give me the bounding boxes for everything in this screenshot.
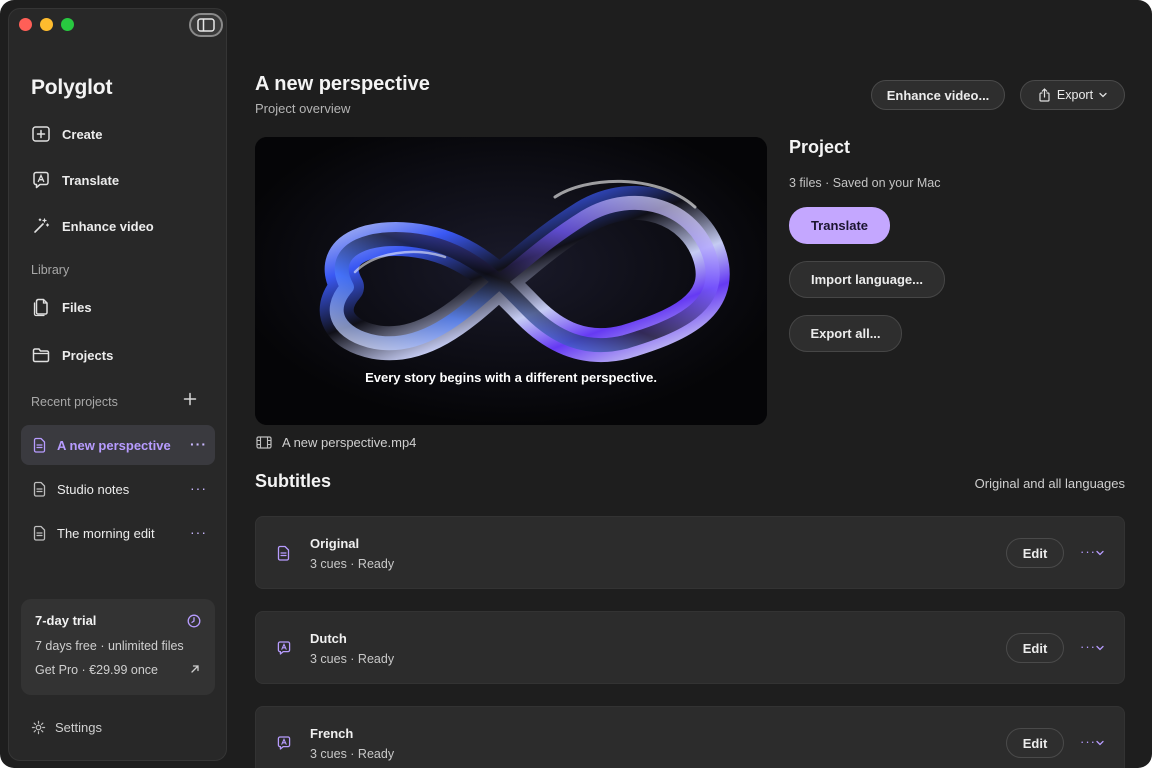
export-all-button[interactable]: Export all... — [789, 315, 902, 352]
edit-button[interactable]: Edit — [1006, 538, 1064, 568]
video-filename: A new perspective.mp4 — [256, 435, 416, 450]
document-icon — [33, 481, 46, 497]
document-icon — [33, 525, 46, 541]
more-options-dropdown[interactable]: ··· — [1080, 544, 1104, 559]
subtitle-status: 3 cues · Ready — [310, 652, 395, 666]
subtitle-name: Original — [310, 536, 360, 551]
document-icon — [277, 545, 290, 561]
nav-item-files[interactable]: Files — [31, 297, 92, 317]
enhance-video-label: Enhance video... — [886, 87, 990, 103]
trial-title: 7-day trial — [35, 613, 97, 628]
add-project-button[interactable] — [183, 391, 197, 409]
trial-subtitle: 7 days free · unlimited files — [35, 639, 184, 653]
more-options-icon[interactable]: ··· — [190, 524, 207, 540]
chevron-down-icon — [1096, 740, 1104, 746]
recent-projects-label: Recent projects — [31, 395, 118, 409]
folder-icon — [32, 348, 50, 363]
arrow-up-right-icon — [191, 665, 199, 673]
recent-project-label: A new perspective — [57, 437, 171, 453]
app-brand: Polyglot — [31, 76, 113, 99]
subtitle-status: 3 cues · Ready — [310, 557, 395, 571]
project-meta: 3 files · Saved on your Mac — [789, 176, 941, 190]
nav-item-create[interactable]: Create — [31, 124, 102, 144]
subtitle-name: French — [310, 726, 354, 741]
settings-button[interactable]: Settings — [31, 720, 102, 735]
film-icon — [256, 436, 272, 449]
sidebar-icon — [197, 18, 215, 32]
translate-button[interactable]: Translate — [789, 207, 890, 244]
chevron-down-icon — [1096, 645, 1104, 651]
video-preview[interactable]: Every story begins with a different pers… — [255, 137, 767, 425]
nav-label: Files — [62, 299, 92, 315]
edit-button[interactable]: Edit — [1006, 728, 1064, 758]
more-options-icon: ··· — [1080, 639, 1096, 654]
video-subtitle-caption: Every story begins with a different pers… — [365, 370, 657, 385]
video-filename-label: A new perspective.mp4 — [282, 435, 417, 450]
translate-bubble-icon — [277, 641, 291, 655]
recent-project-a-new-perspective[interactable]: A new perspective ··· — [21, 425, 215, 465]
files-icon — [33, 298, 48, 317]
recent-project-label: Studio notes — [57, 481, 130, 497]
magic-wand-icon — [34, 218, 50, 233]
subtitles-filter[interactable]: Original and all languages — [975, 476, 1125, 491]
close-window-button[interactable] — [19, 18, 32, 31]
export-button[interactable]: Export — [1020, 80, 1125, 110]
plus-icon — [183, 392, 197, 406]
more-options-icon: ··· — [1080, 734, 1096, 749]
more-options-icon: ··· — [1080, 544, 1096, 559]
recent-project-label: The morning edit — [57, 525, 155, 541]
more-options-icon[interactable]: ··· — [190, 436, 207, 452]
window-controls — [19, 18, 74, 31]
subtitle-name: Dutch — [310, 631, 347, 646]
page-subtitle: Project overview — [255, 101, 351, 116]
zoom-window-button[interactable] — [61, 18, 74, 31]
chevron-down-icon — [1096, 550, 1104, 556]
subtitle-status: 3 cues · Ready — [310, 747, 395, 761]
recent-project-the-morning-edit[interactable]: The morning edit ··· — [21, 513, 215, 553]
share-icon — [1039, 88, 1050, 102]
sidebar: Polyglot Create Translate Enhance video … — [8, 8, 227, 761]
nav-label: Projects — [62, 347, 114, 363]
import-language-button[interactable]: Import language... — [789, 261, 945, 298]
document-icon — [33, 437, 46, 453]
page-title: A new perspective — [255, 73, 430, 95]
subtitle-row-french[interactable]: French 3 cues · Ready Edit ··· — [255, 706, 1125, 768]
more-options-icon[interactable]: ··· — [190, 480, 207, 496]
plus-square-icon — [32, 126, 50, 142]
clock-icon — [187, 614, 201, 628]
chevron-down-icon — [1099, 92, 1107, 98]
nav-item-translate[interactable]: Translate — [31, 170, 119, 190]
nav-label: Enhance video — [62, 218, 154, 234]
export-label: Export — [1056, 88, 1094, 102]
trial-card: 7-day trial 7 days free · unlimited file… — [21, 599, 215, 695]
subtitle-row-original[interactable]: Original 3 cues · Ready Edit ··· — [255, 516, 1125, 589]
translate-bubble-icon — [277, 736, 291, 750]
nav-item-projects[interactable]: Projects — [31, 345, 113, 365]
gear-icon — [31, 720, 46, 735]
recent-project-studio-notes[interactable]: Studio notes ··· — [21, 469, 215, 509]
nav-label: Translate — [62, 172, 120, 188]
translate-bubble-icon — [33, 171, 49, 189]
more-options-dropdown[interactable]: ··· — [1080, 734, 1104, 749]
project-heading: Project — [789, 137, 851, 157]
subtitle-row-dutch[interactable]: Dutch 3 cues · Ready Edit ··· — [255, 611, 1125, 684]
get-pro-link[interactable]: Get Pro · €29.99 once — [35, 663, 201, 677]
minimize-window-button[interactable] — [40, 18, 53, 31]
enhance-video-button[interactable]: Enhance video... — [871, 80, 1005, 110]
settings-label: Settings — [55, 720, 102, 735]
more-options-dropdown[interactable]: ··· — [1080, 639, 1104, 654]
get-pro-label: Get Pro · €29.99 once — [35, 663, 158, 677]
subtitles-heading: Subtitles — [255, 471, 332, 491]
sidebar-toggle-button[interactable] — [189, 13, 223, 37]
app-window: Polyglot Create Translate Enhance video … — [0, 0, 1152, 768]
edit-button[interactable]: Edit — [1006, 633, 1064, 663]
library-section-label: Library — [31, 263, 70, 277]
nav-label: Create — [62, 126, 103, 142]
nav-item-enhance-video[interactable]: Enhance video — [31, 216, 154, 236]
